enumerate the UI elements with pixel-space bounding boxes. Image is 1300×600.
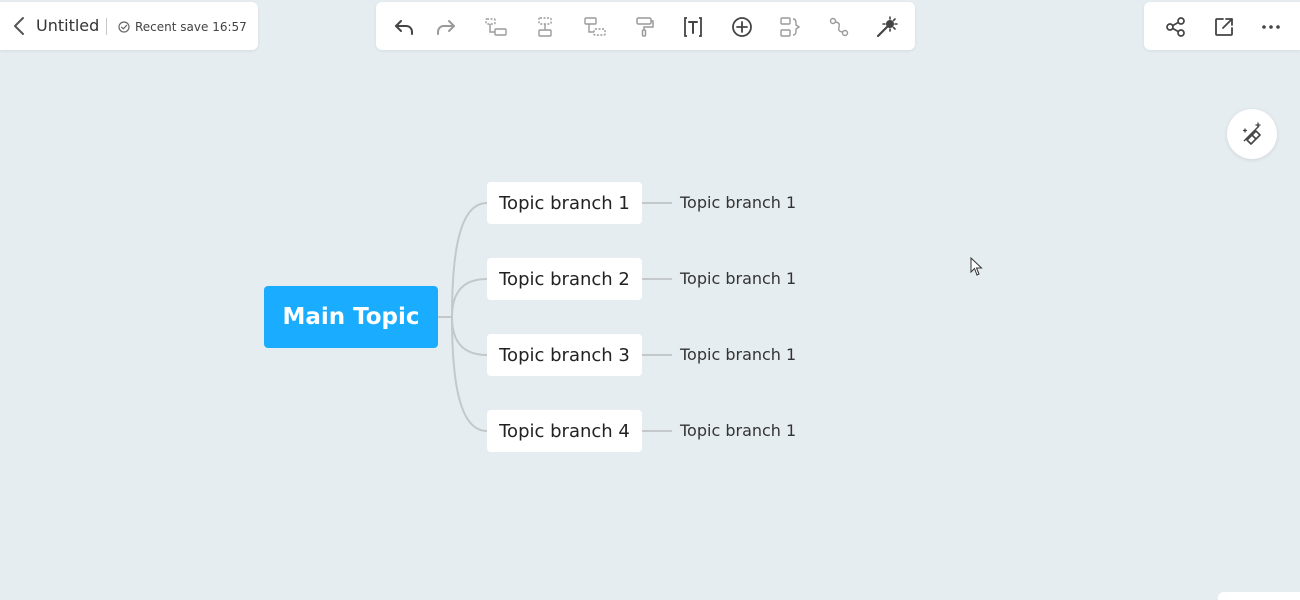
add-button[interactable] [729,14,755,40]
branch-node-4[interactable]: Topic branch 4 [487,410,642,452]
relationship-button[interactable] [826,14,852,40]
mindmap-canvas[interactable] [0,0,1300,600]
subtopic-node-2[interactable]: Topic branch 1 [680,267,796,291]
more-button[interactable] [1258,14,1284,40]
share-button[interactable] [1163,14,1189,40]
main-toolbar [376,2,915,50]
undo-icon [395,20,413,35]
export-icon [1215,18,1233,36]
magic-wand-icon [876,16,898,38]
text-button[interactable] [680,14,706,40]
subtopic-node-4[interactable]: Topic branch 1 [680,419,796,443]
connector-branch-4 [451,316,488,432]
mouse-pointer-icon [970,257,983,276]
back-button[interactable] [8,14,30,38]
connector-lines [438,202,672,432]
save-status: Recent save 16:57 [135,20,247,34]
eraser-sparkle-icon [1242,122,1261,145]
layout-style-button[interactable] [1227,109,1277,159]
insert-topic-button[interactable] [532,14,558,40]
share-icon [1166,17,1185,37]
subtopic-node-3[interactable]: Topic branch 1 [680,343,796,367]
chevron-left-icon [14,17,24,35]
summary-icon [780,17,801,37]
connector-branch-2 [451,278,488,318]
right-actions [1144,2,1300,50]
connector-branch-1 [451,202,488,318]
insert-subtopic-icon [485,18,507,36]
insert-parent-icon [584,17,606,36]
document-header: Untitled Recent save 16:57 [0,2,258,50]
connector-branch-3 [451,316,488,356]
summary-button[interactable] [777,14,803,40]
format-painter-button[interactable] [631,14,657,40]
subtopic-node-1[interactable]: Topic branch 1 [680,191,796,215]
title-divider [106,18,107,35]
main-topic-node[interactable]: Main Topic [264,286,438,348]
branch-node-3[interactable]: Topic branch 3 [487,334,642,376]
redo-button[interactable] [433,14,459,40]
more-icon [1262,25,1280,29]
export-button[interactable] [1211,14,1237,40]
check-circle-icon [118,21,130,33]
insert-parent-button[interactable] [582,14,608,40]
insert-subtopic-button[interactable] [483,14,509,40]
insert-topic-icon [538,17,552,37]
document-title[interactable]: Untitled [36,15,99,37]
add-circle-icon [732,17,752,37]
relationship-icon [829,17,849,37]
branch-node-2[interactable]: Topic branch 2 [487,258,642,300]
undo-button[interactable] [391,14,417,40]
text-icon [684,17,702,37]
branch-node-1[interactable]: Topic branch 1 [487,182,642,224]
magic-button[interactable] [874,14,900,40]
bottom-right-panel [1218,592,1300,600]
redo-icon [437,20,455,35]
format-painter-icon [636,17,654,37]
